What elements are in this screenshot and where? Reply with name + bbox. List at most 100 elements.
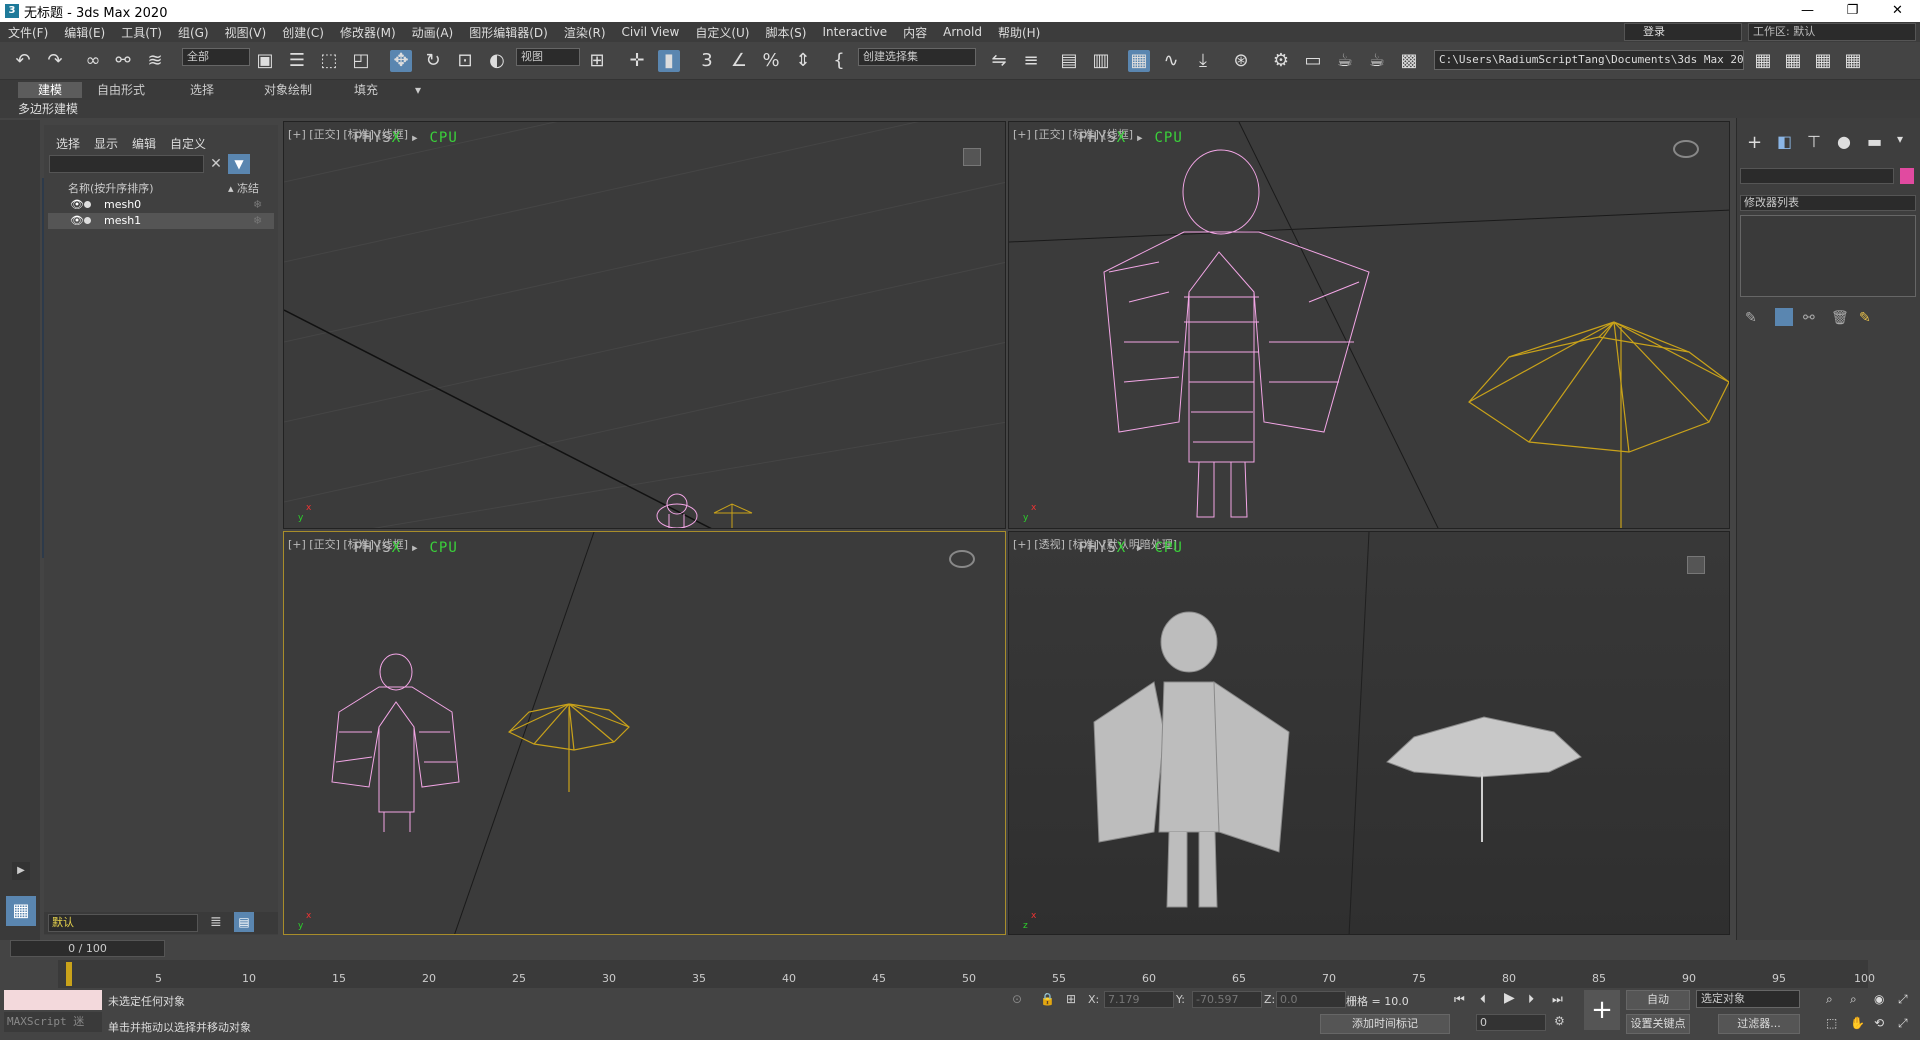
- schematic-view-icon[interactable]: ⤓: [1192, 50, 1214, 72]
- login-dropdown[interactable]: 登录: [1624, 23, 1742, 41]
- ribbon-tab-object-paint[interactable]: 对象绘制: [248, 82, 328, 98]
- menu-graph-editors[interactable]: 图形编辑器(D): [461, 24, 556, 41]
- named-selection-dropdown[interactable]: 创建选择集: [858, 48, 976, 66]
- menu-group[interactable]: 组(G): [170, 24, 217, 41]
- clear-search-icon[interactable]: ✕: [208, 155, 224, 173]
- viewport-bottom-left[interactable]: yx [+] [正交] [标准] [线框] PHYSX ▸ CPU: [283, 531, 1006, 935]
- maxscript-listener-input[interactable]: [4, 990, 102, 1010]
- select-object-icon[interactable]: ▣: [254, 50, 276, 72]
- viewport-layout-icon[interactable]: ▦: [6, 896, 36, 926]
- column-header-name[interactable]: 名称(按升序排序): [68, 180, 154, 196]
- spinner-snap-icon[interactable]: ⇕: [792, 50, 814, 72]
- menu-modifiers[interactable]: 修改器(M): [332, 24, 404, 41]
- isolate-selection-icon[interactable]: ⊙: [1012, 992, 1022, 1006]
- make-unique-icon[interactable]: ⚯: [1803, 310, 1815, 326]
- motion-tab-icon[interactable]: ●: [1837, 132, 1851, 151]
- key-filters-button[interactable]: 过滤器...: [1718, 1014, 1800, 1034]
- orbit-icon[interactable]: ⟲: [1874, 1016, 1884, 1030]
- zoom-extents-icon[interactable]: ◉: [1874, 992, 1884, 1006]
- menu-rendering[interactable]: 渲染(R): [556, 24, 614, 41]
- mirror-icon[interactable]: ⇋: [988, 50, 1010, 72]
- column-header-freeze[interactable]: ▴ 冻结: [228, 180, 259, 196]
- scene-tab-edit[interactable]: 编辑: [132, 135, 156, 152]
- curve-editor-icon[interactable]: ∿: [1160, 50, 1182, 72]
- menu-civil-view[interactable]: Civil View: [614, 25, 688, 39]
- expand-arrow-icon[interactable]: ▶: [12, 862, 30, 880]
- field-of-view-icon[interactable]: ⬚: [1826, 1016, 1837, 1030]
- reference-coord-dropdown[interactable]: 视图: [516, 48, 580, 66]
- scene-search-input[interactable]: [49, 155, 204, 173]
- freeze-snowflake-icon[interactable]: ❄: [253, 197, 262, 213]
- viewcube-icon[interactable]: [1687, 556, 1705, 574]
- minimize-button[interactable]: —: [1785, 0, 1830, 22]
- current-layer-dropdown[interactable]: 默认: [48, 914, 198, 932]
- pivot-center-icon[interactable]: ⊞: [586, 50, 608, 72]
- viewcube-icon[interactable]: [949, 550, 975, 568]
- selection-filter-dropdown[interactable]: 全部: [182, 48, 250, 66]
- rendered-frame-window-icon[interactable]: ▭: [1302, 50, 1324, 72]
- menu-file[interactable]: 文件(F): [0, 24, 56, 41]
- maxscript-listener-output[interactable]: MAXScript 迷: [4, 1012, 102, 1032]
- y-coordinate-field[interactable]: -70.597: [1192, 991, 1262, 1008]
- set-key-plus-icon[interactable]: +: [1584, 990, 1620, 1030]
- z-coordinate-field[interactable]: 0.0: [1276, 991, 1346, 1008]
- material-editor-icon[interactable]: ⊛: [1230, 50, 1252, 72]
- modify-tab-icon[interactable]: ◧: [1777, 132, 1792, 151]
- scene-tab-display[interactable]: 显示: [94, 135, 118, 152]
- modifier-list-dropdown[interactable]: 修改器列表: [1740, 195, 1916, 211]
- time-cursor[interactable]: [66, 962, 72, 986]
- toggle-scene-explorer-icon[interactable]: ▤: [1058, 50, 1080, 72]
- sort-mode-icon[interactable]: ▤: [234, 912, 254, 932]
- create-tab-icon[interactable]: +: [1747, 132, 1762, 153]
- previous-frame-icon[interactable]: ⏴: [1480, 992, 1486, 1007]
- menu-animation[interactable]: 动画(A): [404, 24, 462, 41]
- filter-funnel-icon[interactable]: ▼: [228, 154, 250, 174]
- set-project-icon[interactable]: ▦: [1842, 50, 1864, 72]
- toggle-layer-explorer-icon[interactable]: ▥: [1090, 50, 1112, 72]
- ribbon-panel-polygon-modeling[interactable]: 多边形建模: [0, 100, 1920, 118]
- viewport-bottom-right[interactable]: zx [+] [透视] [标准] [默认明暗处理] PHYSX ▸ CPU: [1008, 531, 1730, 935]
- menu-customize[interactable]: 自定义(U): [687, 24, 757, 41]
- go-to-start-icon[interactable]: ⏮: [1454, 992, 1465, 1007]
- visibility-eye-icon[interactable]: 👁: [70, 197, 84, 213]
- keyboard-shortcut-override-icon[interactable]: ▮: [658, 50, 680, 72]
- visibility-eye-icon[interactable]: 👁: [70, 213, 84, 229]
- ribbon-options-icon[interactable]: ▾: [406, 82, 430, 98]
- viewcube-icon[interactable]: [963, 148, 981, 166]
- link-icon[interactable]: ∞: [82, 50, 104, 72]
- time-slider[interactable]: 0 / 100: [10, 940, 165, 957]
- restore-button[interactable]: ❐: [1830, 0, 1875, 22]
- bind-space-warp-icon[interactable]: ≋: [144, 50, 166, 72]
- pin-stack-icon[interactable]: ✎: [1745, 310, 1757, 326]
- play-icon[interactable]: ▶: [1504, 990, 1515, 1006]
- project-folder-icon[interactable]: ▦: [1752, 50, 1774, 72]
- redo-icon[interactable]: ↷: [44, 50, 66, 72]
- object-color-swatch[interactable]: [1900, 168, 1914, 184]
- utilities-tab-icon[interactable]: ▾: [1897, 132, 1903, 146]
- ribbon-tab-selection[interactable]: 选择: [170, 82, 234, 98]
- undo-icon[interactable]: ↶: [12, 50, 34, 72]
- render-setup-icon[interactable]: ⚙: [1270, 50, 1292, 72]
- remove-modifier-icon[interactable]: 🗑: [1831, 310, 1849, 326]
- viewcube-icon[interactable]: [1673, 140, 1699, 158]
- pan-view-icon[interactable]: ✋: [1850, 1016, 1865, 1030]
- menu-interactive[interactable]: Interactive: [814, 25, 895, 39]
- scene-tab-customize[interactable]: 自定义: [170, 135, 206, 152]
- menu-create[interactable]: 创建(C): [274, 24, 332, 41]
- maximize-viewport-icon[interactable]: ⤢: [1898, 1016, 1908, 1031]
- close-button[interactable]: ✕: [1875, 0, 1920, 22]
- modifier-stack[interactable]: [1740, 215, 1916, 297]
- menu-content[interactable]: 内容: [895, 24, 935, 41]
- go-to-end-icon[interactable]: ⏭: [1552, 992, 1563, 1007]
- ribbon-tab-modeling[interactable]: 建模: [18, 82, 82, 98]
- auto-key-button[interactable]: 自动: [1626, 990, 1690, 1010]
- configure-modifier-sets-icon[interactable]: ✎: [1859, 310, 1871, 326]
- scene-tab-select[interactable]: 选择: [56, 135, 80, 152]
- object-name-field[interactable]: [1740, 168, 1894, 184]
- display-tab-icon[interactable]: ▬: [1867, 132, 1882, 151]
- render-iterative-icon[interactable]: ☕: [1366, 50, 1388, 72]
- edit-named-selection-icon[interactable]: {: [828, 50, 850, 72]
- zoom-icon[interactable]: ⌕: [1826, 992, 1833, 1007]
- angle-snap-icon[interactable]: ∠: [728, 50, 750, 72]
- snaps-toggle-icon[interactable]: 3: [696, 50, 718, 72]
